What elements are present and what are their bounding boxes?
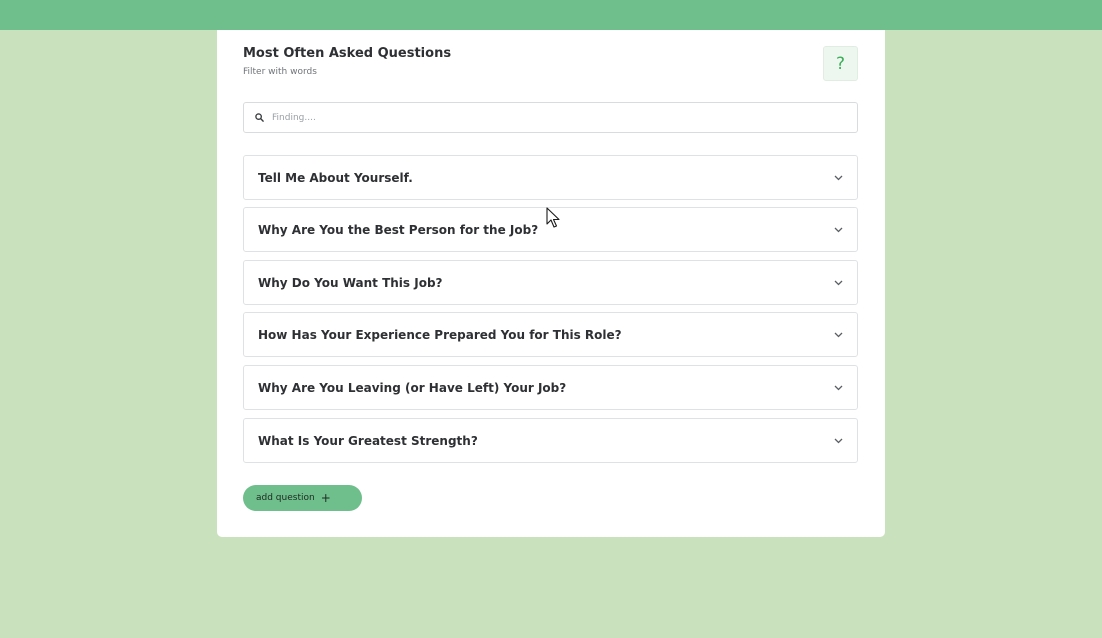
top-bar [0,0,1102,30]
add-question-label: add question [256,493,315,503]
chevron-down-icon[interactable] [833,278,843,288]
faq-item[interactable]: Why Are You the Best Person for the Job? [243,207,858,252]
faq-question: Why Do You Want This Job? [258,275,443,290]
faq-item[interactable]: What Is Your Greatest Strength? [243,418,858,463]
faq-item[interactable]: Tell Me About Yourself. [243,155,858,200]
faq-item[interactable]: Why Do You Want This Job? [243,260,858,305]
help-button[interactable]: ? [823,46,858,81]
faq-card: Most Often Asked Questions Filter with w… [217,30,885,537]
page-title: Most Often Asked Questions [243,46,452,61]
chevron-down-icon[interactable] [833,383,843,393]
help-icon: ? [835,53,846,74]
plus-icon: + [320,491,331,505]
add-question-button[interactable]: add question + [243,485,362,511]
chevron-down-icon[interactable] [833,173,843,183]
search-icon [253,112,265,124]
chevron-down-icon[interactable] [833,330,843,340]
faq-question: Why Are You Leaving (or Have Left) Your … [258,380,567,395]
chevron-down-icon[interactable] [833,436,843,446]
page-subtitle: Filter with words [243,67,317,77]
faq-question: What Is Your Greatest Strength? [258,433,478,448]
faq-question: Tell Me About Yourself. [258,170,413,185]
search-input[interactable] [272,103,857,132]
faq-item[interactable]: Why Are You Leaving (or Have Left) Your … [243,365,858,410]
chevron-down-icon[interactable] [833,225,843,235]
search-box[interactable] [243,102,858,133]
faq-question: Why Are You the Best Person for the Job? [258,222,539,237]
faq-item[interactable]: How Has Your Experience Prepared You for… [243,312,858,357]
faq-question: How Has Your Experience Prepared You for… [258,327,622,342]
